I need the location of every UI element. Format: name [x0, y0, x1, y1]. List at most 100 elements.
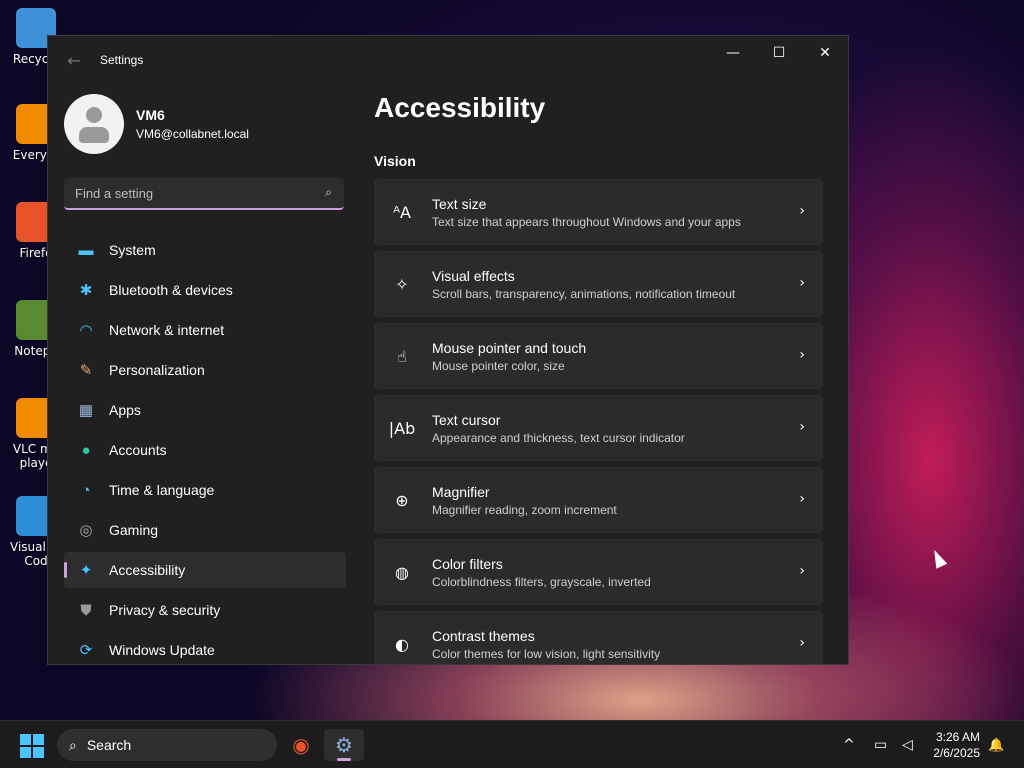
- card-description: Magnifier reading, zoom increment: [432, 502, 617, 517]
- card-title: Text cursor: [432, 411, 501, 428]
- search-input[interactable]: [64, 185, 304, 201]
- globe-clock-icon: ◔: [81, 481, 91, 499]
- sidebar-item-label: Time & language: [109, 482, 215, 498]
- chevron-right-icon: ›: [799, 491, 805, 507]
- close-button[interactable]: ✕: [802, 36, 848, 70]
- card-description: Mouse pointer color, size: [432, 358, 565, 373]
- card-description: Scroll bars, transparency, animations, n…: [432, 286, 736, 301]
- taskbar-search[interactable]: ⌕ Search: [57, 729, 277, 761]
- sidebar-item-windows-update[interactable]: ⟳ Windows Update: [64, 632, 346, 664]
- maximize-button[interactable]: ☐: [756, 36, 802, 70]
- sidebar-item-privacy-security[interactable]: ⛊ Privacy & security: [64, 592, 346, 628]
- bluetooth-icon: ✱: [79, 282, 93, 299]
- sidebar-item-apps[interactable]: ▦ Apps: [64, 392, 346, 428]
- sidebar-item-label: Gaming: [109, 522, 159, 538]
- avatar: [64, 94, 124, 154]
- sidebar-item-accounts[interactable]: ● Accounts: [64, 432, 346, 468]
- search-icon: ⌕: [69, 736, 77, 753]
- card-title: Mouse pointer and touch: [432, 339, 587, 356]
- settings-card-text-cursor[interactable]: |Ab Text cursor Appearance and thickness, …: [374, 395, 823, 461]
- sidebar-item-gaming[interactable]: ◎ Gaming: [64, 512, 346, 548]
- profile-text: VM6 VM6@collabnet.local: [136, 107, 249, 141]
- sidebar: VM6 VM6@collabnet.local ⌕ ▬ System ✱ Blueto…: [64, 92, 346, 664]
- card-text: Mouse pointer and touch Mouse pointer col…: [432, 340, 586, 373]
- clock-date: 2/6/2025: [933, 746, 980, 760]
- profile-name: VM6: [136, 107, 165, 123]
- contrast-icon: ◐: [395, 634, 409, 654]
- windows-logo-icon: [33, 734, 44, 745]
- card-title: Magnifier: [432, 483, 490, 500]
- card-text: Text cursor Appearance and thickness, tex…: [432, 412, 685, 445]
- chevron-right-icon: ›: [799, 419, 805, 435]
- card-title: Text size: [432, 195, 487, 212]
- apps-icon: ▦: [78, 402, 94, 419]
- card-description: Colorblindness filters, grayscale, inver…: [432, 574, 651, 589]
- sidebar-item-label: Accessibility: [109, 562, 186, 578]
- sidebar-item-time-language[interactable]: ◔ Time & language: [64, 472, 346, 508]
- start-button[interactable]: [20, 734, 44, 758]
- settings-window: ← Settings — ☐ ✕ VM6 VM6@collabnet.local…: [47, 35, 849, 665]
- sidebar-item-personalization[interactable]: ✎ Personalization: [64, 352, 346, 388]
- text-size-icon: ᴬA: [393, 202, 411, 222]
- sidebar-item-network-internet[interactable]: ◠ Network & internet: [64, 312, 346, 348]
- profile-email: VM6@collabnet.local: [136, 127, 249, 141]
- title-bar: ← Settings — ☐ ✕: [48, 36, 848, 84]
- sidebar-item-system[interactable]: ▬ System: [64, 232, 346, 268]
- card-text: Color filters Colorblindness filters, gra…: [432, 556, 651, 589]
- clock[interactable]: 3:26 AM 2/6/2025: [933, 729, 980, 761]
- taskbar-search-label: Search: [86, 737, 132, 753]
- search-icon[interactable]: ⌕: [325, 185, 332, 200]
- settings-card-text-size[interactable]: ᴬA Text size Text size that appears throug…: [374, 179, 823, 245]
- profile[interactable]: VM6 VM6@collabnet.local: [64, 92, 346, 156]
- windows-logo-icon: [20, 747, 31, 758]
- card-text: Visual effects Scroll bars, transparency,…: [432, 268, 735, 301]
- window-title: Settings: [100, 53, 144, 67]
- system-monitor-icon: ▬: [78, 241, 94, 259]
- sidebar-item-label: Personalization: [109, 362, 205, 378]
- section-title: Vision: [374, 153, 416, 169]
- sidebar-item-bluetooth-devices[interactable]: ✱ Bluetooth & devices: [64, 272, 346, 308]
- nav-list: ▬ System ✱ Bluetooth & devices ◠ Network & in…: [64, 232, 346, 664]
- pointer-touch-icon: ☝: [397, 346, 407, 366]
- accessibility-icon: ✦: [79, 562, 93, 579]
- palette-icon: ◍: [395, 562, 409, 582]
- settings-card-color-filters[interactable]: ◍ Color filters Colorblindness filters, gr…: [374, 539, 823, 605]
- settings-card-contrast-themes[interactable]: ◐ Contrast themes Color themes for low vis…: [374, 611, 823, 664]
- avatar-head-icon: [86, 107, 102, 123]
- card-title: Color filters: [432, 555, 503, 572]
- card-description: Text size that appears throughout Window…: [432, 214, 741, 229]
- main-content: Accessibility Vision ᴬA Text size Text siz…: [374, 92, 824, 664]
- chevron-right-icon: ›: [799, 347, 805, 363]
- person-icon: ●: [81, 441, 91, 459]
- magnifier-icon: ⊕: [395, 490, 409, 510]
- sidebar-item-label: System: [109, 242, 156, 258]
- window-controls: — ☐ ✕: [710, 36, 848, 70]
- minimize-button[interactable]: —: [710, 36, 756, 70]
- windows-logo-icon: [20, 734, 31, 745]
- back-arrow-icon[interactable]: ←: [62, 48, 86, 72]
- avatar-body-icon: [79, 127, 109, 143]
- card-description: Color themes for low vision, light sensi…: [432, 646, 661, 661]
- chevron-right-icon: ›: [799, 563, 805, 579]
- card-title: Visual effects: [432, 267, 515, 284]
- settings-card-mouse-pointer-and-touch[interactable]: ☝ Mouse pointer and touch Mouse pointer co…: [374, 323, 823, 389]
- text-cursor-icon: |Ab: [388, 418, 416, 438]
- notification-bell-icon[interactable]: 🔔: [988, 721, 1004, 768]
- search-box[interactable]: ⌕: [64, 178, 344, 210]
- settings-taskbar-icon[interactable]: ⚙: [324, 729, 364, 761]
- network-icon[interactable]: ▭: [874, 721, 887, 768]
- settings-card-visual-effects[interactable]: ✧ Visual effects Scroll bars, transparency…: [374, 251, 823, 317]
- sidebar-item-label: Network & internet: [109, 322, 225, 338]
- volume-icon[interactable]: ◁: [902, 721, 913, 768]
- chevron-right-icon: ›: [799, 275, 805, 291]
- settings-cards: ᴬA Text size Text size that appears throug…: [374, 179, 824, 664]
- settings-card-magnifier[interactable]: ⊕ Magnifier Magnifier reading, zoom increm…: [374, 467, 823, 533]
- sidebar-item-accessibility[interactable]: ✦ Accessibility: [64, 552, 346, 588]
- card-description: Appearance and thickness, text cursor in…: [432, 430, 685, 445]
- tray-overflow-chevron-icon[interactable]: ^: [843, 721, 855, 768]
- windows-logo-icon: [33, 747, 44, 758]
- firefox-taskbar-icon[interactable]: ◉: [281, 729, 321, 761]
- gamepad-icon: ◎: [79, 522, 93, 539]
- clock-time: 3:26 AM: [935, 730, 980, 744]
- sidebar-item-label: Privacy & security: [109, 602, 221, 618]
